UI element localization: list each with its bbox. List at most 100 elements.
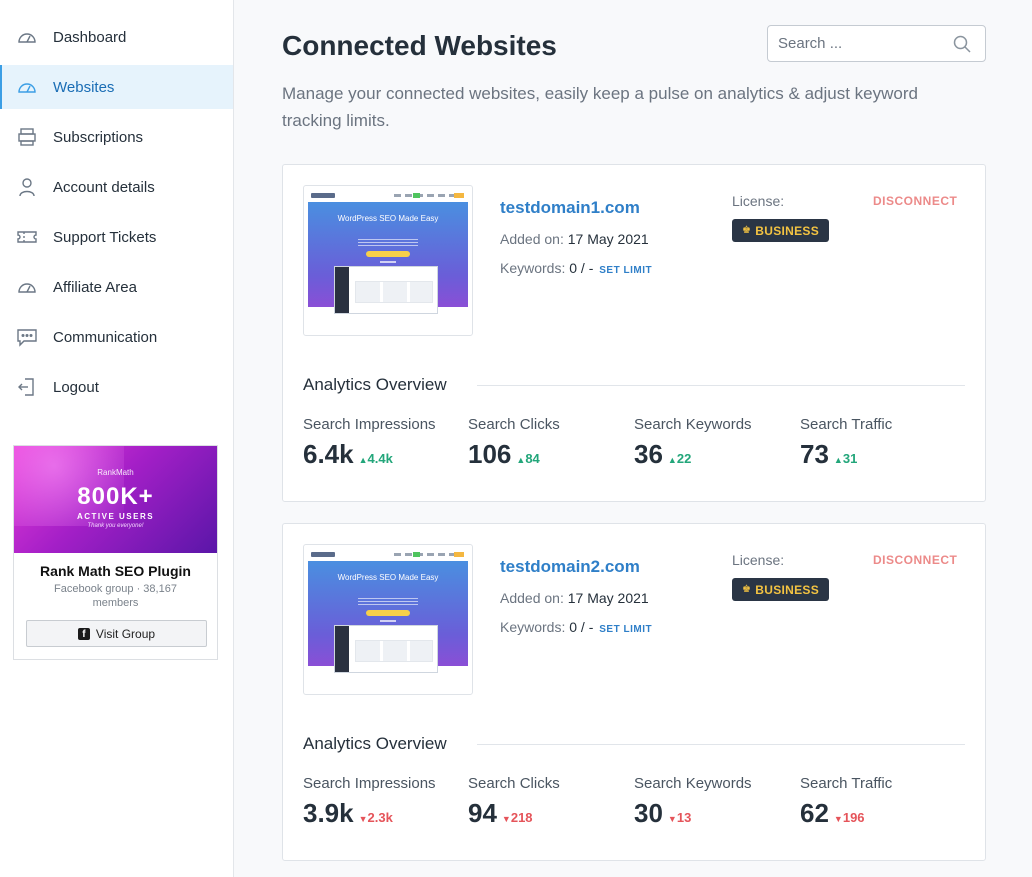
website-domain-link[interactable]: testdomain1.com: [500, 198, 640, 218]
sidebar-item-dashboard[interactable]: Dashboard: [0, 15, 233, 59]
metric-delta: ▼218: [501, 810, 533, 825]
metric-value: 94: [468, 798, 497, 828]
analytics-overview-title: Analytics Overview: [303, 375, 447, 394]
search-icon[interactable]: [953, 35, 971, 53]
license-label: License:: [732, 193, 785, 209]
sidebar-item-websites[interactable]: Websites: [0, 65, 233, 109]
trend-up-icon: ▲: [833, 455, 843, 465]
website-thumbnail[interactable]: WordPress SEO Made Easy: [303, 185, 473, 336]
license-label: License:: [732, 552, 785, 568]
disconnect-button[interactable]: DISCONNECT: [873, 553, 957, 567]
license-badge: ♚ BUSINESS: [732, 219, 830, 242]
promo-headline: 800K+: [77, 483, 154, 510]
promo-subline: ACTIVE USERS: [76, 512, 155, 521]
metric-search-clicks: Search Clicks 106 ▲84: [468, 416, 560, 469]
metric-search-traffic: Search Traffic 62 ▼196: [800, 775, 893, 828]
set-limit-link[interactable]: SET LIMIT: [599, 624, 652, 635]
added-date: 17 May 2021: [567, 231, 649, 247]
sidebar-item-label: Dashboard: [53, 28, 127, 46]
divider: [477, 744, 965, 745]
thumbnail-heading: WordPress SEO Made Easy: [337, 214, 439, 223]
divider: [477, 385, 965, 386]
promo-banner: RankMath 800K+ ACTIVE USERS Thank you ev…: [14, 446, 217, 553]
sidebar-item-support-tickets[interactable]: Support Tickets: [0, 215, 233, 259]
metric-value: 6.4k: [303, 439, 354, 469]
visit-group-label: Visit Group: [95, 626, 156, 641]
crown-icon: ♚: [742, 584, 752, 595]
sidebar-item-label: Logout: [53, 378, 99, 396]
trend-up-icon: ▲: [358, 455, 368, 465]
promo-title: Rank Math SEO Plugin: [40, 563, 191, 579]
page-title: Connected Websites: [282, 30, 557, 61]
logout-icon: [16, 376, 38, 398]
sidebar-item-subscriptions[interactable]: Subscriptions: [0, 115, 233, 159]
license-badge: ♚ BUSINESS: [732, 578, 830, 601]
crown-icon: ♚: [742, 225, 752, 236]
affiliate-icon: [16, 276, 38, 298]
metric-search-keywords: Search Keywords 30 ▼13: [634, 775, 752, 828]
metric-delta: ▲31: [833, 451, 858, 466]
keywords-value: 0 / -: [569, 260, 594, 276]
trend-up-icon: ▲: [667, 455, 677, 465]
metric-value: 106: [468, 439, 512, 469]
search-box[interactable]: [767, 25, 986, 62]
metric-search-clicks: Search Clicks 94 ▼218: [468, 775, 560, 828]
metric-search-keywords: Search Keywords 36 ▲22: [634, 416, 752, 469]
website-card: WordPress SEO Made Easy testdomain2.com …: [282, 523, 986, 861]
facebook-group-promo: RankMath 800K+ ACTIVE USERS Thank you ev…: [13, 445, 218, 660]
sidebar-item-label: Websites: [53, 78, 115, 96]
metric-value: 62: [800, 798, 829, 828]
metric-search-impressions: Search Impressions 3.9k ▼2.3k: [303, 775, 436, 828]
facebook-icon: f: [77, 627, 90, 640]
metric-search-impressions: Search Impressions 6.4k ▲4.4k: [303, 416, 436, 469]
search-input[interactable]: [768, 26, 948, 61]
added-date: 17 May 2021: [567, 590, 649, 606]
metric-search-traffic: Search Traffic 73 ▲31: [800, 416, 893, 469]
disconnect-button[interactable]: DISCONNECT: [873, 194, 957, 208]
thumbnail-heading: WordPress SEO Made Easy: [337, 573, 439, 582]
metric-delta: ▼2.3k: [358, 810, 393, 825]
website-card: WordPress SEO Made Easy testdomain1.com …: [282, 164, 986, 502]
sidebar-item-label: Account details: [53, 178, 155, 196]
promo-meta: Facebook group · 38,167 members: [54, 583, 177, 609]
sidebar: Dashboard Websites Subscriptions Account…: [0, 0, 234, 877]
trend-up-icon: ▲: [516, 455, 526, 465]
set-limit-link[interactable]: SET LIMIT: [599, 265, 652, 276]
subscriptions-icon: [16, 126, 38, 148]
ticket-icon: [16, 226, 38, 248]
chat-icon: [16, 326, 38, 348]
keywords-info: Keywords: 0 / - SET LIMIT: [500, 260, 653, 276]
trend-down-icon: ▼: [667, 814, 677, 824]
sidebar-item-label: Affiliate Area: [53, 278, 137, 296]
page-description: Manage your connected websites, easily k…: [282, 84, 918, 130]
sidebar-item-affiliate-area[interactable]: Affiliate Area: [0, 265, 233, 309]
user-icon: [16, 176, 38, 198]
sidebar-item-label: Communication: [53, 328, 158, 346]
trend-down-icon: ▼: [501, 814, 511, 824]
metric-delta: ▼13: [667, 810, 692, 825]
added-on: Added on: 17 May 2021: [500, 590, 649, 606]
metric-delta: ▲84: [516, 451, 540, 466]
metric-delta: ▲4.4k: [358, 451, 393, 466]
visit-group-button[interactable]: f Visit Group: [26, 620, 207, 647]
analytics-overview-title: Analytics Overview: [303, 734, 447, 753]
website-domain-link[interactable]: testdomain2.com: [500, 557, 640, 577]
website-thumbnail[interactable]: WordPress SEO Made Easy: [303, 544, 473, 695]
metric-value: 30: [634, 798, 663, 828]
keywords-info: Keywords: 0 / - SET LIMIT: [500, 619, 653, 635]
metric-delta: ▼196: [833, 810, 865, 825]
sidebar-item-label: Support Tickets: [53, 228, 157, 246]
sidebar-item-label: Subscriptions: [53, 128, 144, 146]
promo-brand: RankMath: [97, 468, 134, 477]
sidebar-item-account-details[interactable]: Account details: [0, 165, 233, 209]
promo-thanks: Thank you everyone!: [87, 523, 144, 529]
metric-value: 3.9k: [303, 798, 354, 828]
added-on: Added on: 17 May 2021: [500, 231, 649, 247]
websites-icon: [16, 76, 38, 98]
dashboard-icon: [16, 26, 38, 48]
metric-delta: ▲22: [667, 451, 692, 466]
trend-down-icon: ▼: [833, 814, 843, 824]
metric-value: 73: [800, 439, 829, 469]
sidebar-item-logout[interactable]: Logout: [0, 365, 233, 409]
sidebar-item-communication[interactable]: Communication: [0, 315, 233, 359]
